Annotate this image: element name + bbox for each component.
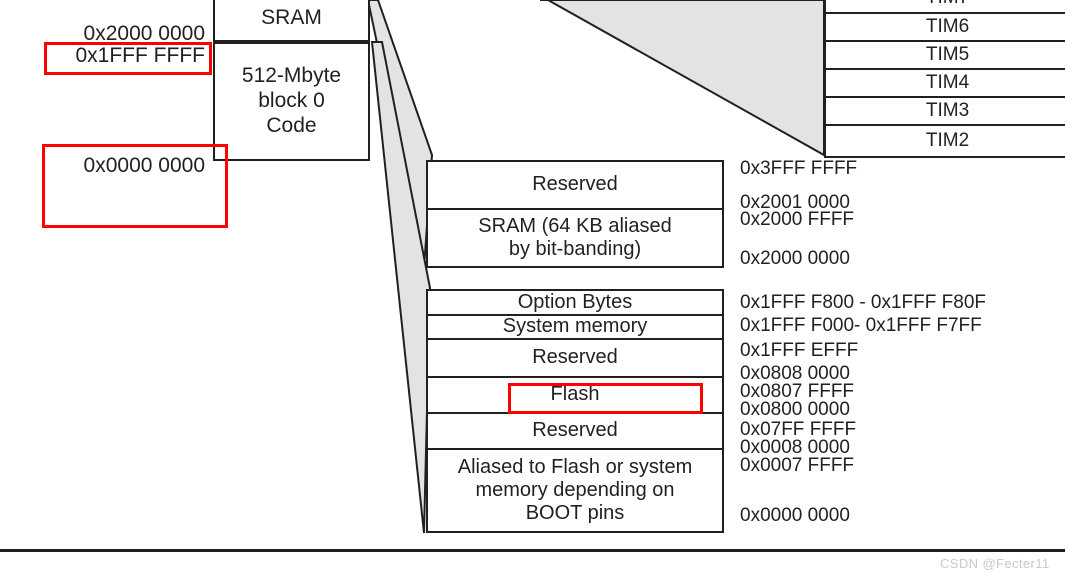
- flash-panel-row-reserved-lower: Reserved: [428, 414, 722, 450]
- address-text: 0x1FFF FFFF: [75, 44, 206, 67]
- flash-panel-row-flash: Flash: [428, 378, 722, 414]
- flash-address-0800-0000: 0x0800 0000: [740, 399, 850, 421]
- row-label: TIM2: [925, 130, 970, 151]
- timer-row-tim2: TIM2: [826, 126, 1065, 156]
- address-text: 0x1FFF EFFF: [740, 340, 859, 361]
- sram-address-2000-0000: 0x2000 0000: [740, 248, 850, 270]
- address-label-1fff-ffff: 0x1FFF FFFF: [20, 44, 206, 68]
- flash-address-1fff-f800: 0x1FFF F800 - 0x1FFF F80F: [740, 292, 986, 314]
- flash-panel-row-option-bytes: Option Bytes: [428, 291, 722, 316]
- sram-panel-row-sram: SRAM (64 KB aliased by bit-banding): [428, 210, 722, 266]
- address-text: 0x2000 0000: [83, 22, 205, 45]
- timer-table: TIM7 TIM6 TIM5 TIM4 TIM3 TIM2: [824, 0, 1065, 158]
- row-label: TIM7: [926, 0, 969, 9]
- flash-address-1fff-efff: 0x1FFF EFFF: [740, 340, 858, 362]
- timer-row-tim3: TIM3: [826, 98, 1065, 126]
- block-code: 512-Mbyte block 0 Code: [213, 42, 370, 161]
- row-label: Reserved: [532, 173, 618, 196]
- row-label: SRAM (64 KB aliased by bit-banding): [478, 214, 672, 260]
- flash-panel-row-aliased: Aliased to Flash or system memory depend…: [428, 450, 722, 531]
- row-label: Reserved: [532, 419, 618, 442]
- footer-divider: [0, 549, 1065, 552]
- row-label: TIM4: [925, 72, 970, 93]
- block-sram-label: SRAM: [261, 5, 322, 29]
- address-text: 0x0800 0000: [740, 399, 850, 420]
- row-label: TIM6: [925, 16, 970, 37]
- sram-address-2000-ffff: 0x2000 FFFF: [740, 209, 854, 231]
- flash-panel-row-reserved-upper: Reserved: [428, 340, 722, 378]
- connector-band-timers: [540, 0, 825, 157]
- timer-row-tim6: TIM6: [826, 14, 1065, 42]
- sram-address-3fff-ffff: 0x3FFF FFFF: [740, 158, 857, 180]
- address-text: 0x0000 0000: [740, 505, 850, 526]
- row-label: Reserved: [532, 346, 618, 369]
- watermark: CSDN @Fecter11: [940, 556, 1050, 571]
- flash-address-0007-ffff: 0x0007 FFFF: [740, 455, 854, 477]
- row-label: TIM5: [925, 44, 970, 65]
- address-text: 0x0007 FFFF: [740, 455, 855, 476]
- address-label-0000-0000: 0x0000 0000: [20, 154, 205, 178]
- flash-detail-panel: Option Bytes System memory Reserved Flas…: [426, 289, 724, 533]
- timer-row-tim7: TIM7: [826, 0, 1065, 14]
- block-sram: SRAM: [213, 0, 370, 42]
- flash-address-0000-0000: 0x0000 0000: [740, 505, 850, 527]
- row-label: Aliased to Flash or system memory depend…: [457, 455, 693, 525]
- address-text: 0x2000 0000: [740, 248, 850, 269]
- timer-row-tim4: TIM4: [826, 70, 1065, 98]
- address-text: 0x1FFF F000- 0x1FFF F7FF: [740, 315, 982, 336]
- watermark-text: CSDN @Fecter11: [940, 556, 1050, 571]
- address-text: 0x2000 FFFF: [740, 209, 855, 230]
- address-text: 0x3FFF FFFF: [740, 158, 858, 179]
- address-label-2000-0000: 0x2000 0000: [20, 22, 205, 46]
- row-label: Flash: [550, 383, 600, 406]
- block-code-label: 512-Mbyte block 0 Code: [241, 64, 342, 137]
- timer-row-tim5: TIM5: [826, 42, 1065, 70]
- figure-canvas: SRAM 512-Mbyte block 0 Code 0x2000 0000 …: [0, 0, 1065, 577]
- row-label: TIM3: [925, 100, 970, 121]
- sram-detail-panel: Reserved SRAM (64 KB aliased by bit-band…: [426, 160, 724, 268]
- address-text: 0x0000 0000: [83, 154, 205, 177]
- row-label: Option Bytes: [517, 290, 633, 313]
- row-label: System memory: [502, 315, 648, 338]
- flash-panel-row-system-memory: System memory: [428, 315, 722, 340]
- flash-address-1fff-f000: 0x1FFF F000- 0x1FFF F7FF: [740, 315, 982, 337]
- sram-panel-row-reserved: Reserved: [428, 162, 722, 210]
- address-text: 0x1FFF F800 - 0x1FFF F80F: [740, 292, 986, 313]
